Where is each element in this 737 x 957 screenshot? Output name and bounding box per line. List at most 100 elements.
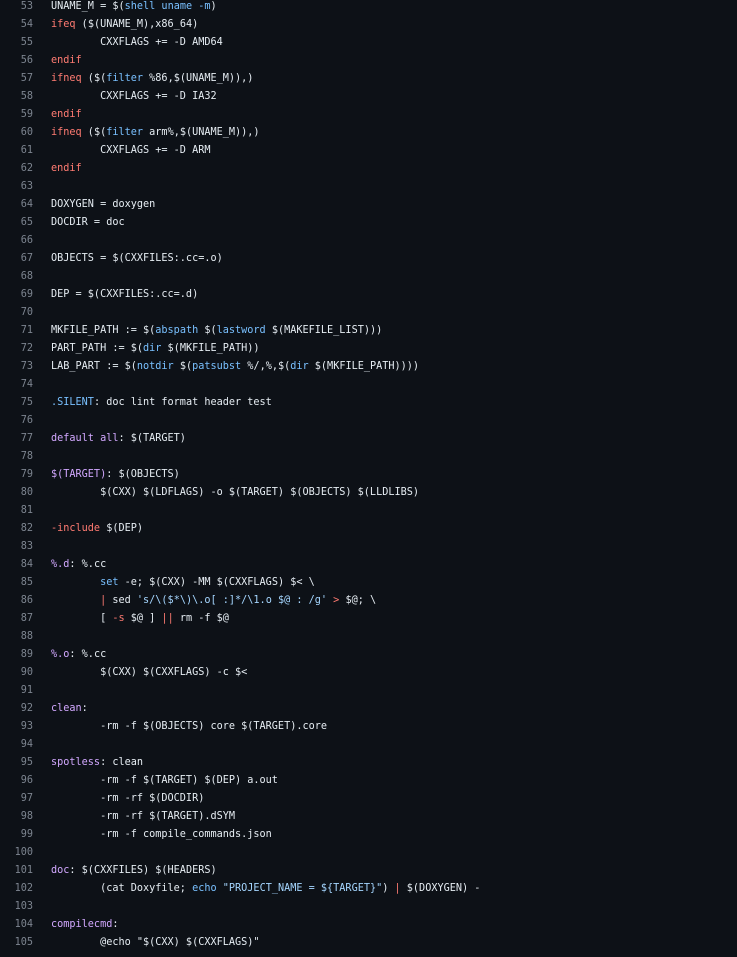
line-number: 57 — [20, 73, 33, 84]
line-number: 77 — [20, 433, 33, 444]
code-line: 82 -include $(DEP) — [0, 522, 737, 540]
code-token: : %.cc — [69, 649, 107, 660]
line-number: 70 — [20, 307, 33, 318]
code-line: 69 DEP = $(CXXFILES:.cc=.d) — [0, 288, 737, 306]
line-number: 103 — [14, 901, 33, 912]
code-text: spotless: clean — [51, 756, 737, 770]
code-token: echo — [192, 883, 217, 894]
code-token: "PROJECT_NAME = ${TARGET}" — [222, 883, 383, 894]
line-number: 90 — [20, 667, 33, 678]
code-text: doc: $(CXXFILES) $(HEADERS) — [51, 864, 737, 878]
line-number: 100 — [14, 847, 33, 858]
code-token: : doc lint format header test — [93, 397, 272, 408]
code-token: $@ ] — [124, 613, 162, 624]
code-token: DOCDIR = doc — [51, 217, 125, 228]
code-token: CXXFLAGS += -D AMD64 — [51, 37, 223, 48]
code-line: 62 endif — [0, 162, 737, 180]
code-token: doc — [51, 865, 70, 876]
code-token: %86,$(UNAME_M)),) — [143, 73, 254, 84]
code-token: -include — [51, 523, 101, 534]
code-text: LAB_PART := $(notdir $(patsubst %/,%,$(d… — [51, 360, 737, 374]
code-token: : $(CXXFILES) $(HEADERS) — [69, 865, 217, 876]
code-line: 88 — [0, 630, 737, 648]
code-token: -e; $(CXX) -MM $(CXXFLAGS) $< \ — [118, 577, 315, 588]
code-token: : clean — [100, 757, 144, 768]
code-token: || — [161, 613, 174, 624]
line-number: 88 — [20, 631, 33, 642]
code-token: $(CXX) $(CXXFLAGS) -c $< — [51, 667, 248, 678]
line-number: 95 — [20, 757, 33, 768]
line-number: 67 — [20, 253, 33, 264]
code-text: ifeq ($(UNAME_M),x86_64) — [51, 18, 737, 32]
code-token: abspath — [155, 325, 199, 336]
code-line: 99 -rm -f compile_commands.json — [0, 828, 737, 846]
code-line: 105 @echo "$(CXX) $(CXXFLAGS)" — [0, 936, 737, 954]
code-token: MKFILE_PATH := $( — [51, 325, 156, 336]
code-line: 53 UNAME_M = $(shell uname -m) — [0, 0, 737, 18]
code-line: 80 $(CXX) $(LDFLAGS) -o $(TARGET) $(OBJE… — [0, 486, 737, 504]
line-number: 98 — [20, 811, 33, 822]
code-line: 57 ifneq ($(filter %86,$(UNAME_M)),) — [0, 72, 737, 90]
line-number: 68 — [20, 271, 33, 282]
code-line: 100 — [0, 846, 737, 864]
code-text: default all: $(TARGET) — [51, 432, 737, 446]
code-line: 83 — [0, 540, 737, 558]
code-token: set — [100, 577, 119, 588]
code-token: $(MAKEFILE_LIST))) — [265, 325, 383, 336]
line-number: 96 — [20, 775, 33, 786]
code-token: arm%,$(UNAME_M)),) — [143, 127, 260, 138]
code-text: @echo "$(CXX) $(CXXFLAGS)" — [51, 936, 737, 950]
code-token: patsubst — [192, 361, 242, 372]
code-text: clean: — [51, 702, 737, 716]
code-text: -include $(DEP) — [51, 522, 737, 536]
code-token: %.d — [51, 559, 70, 570]
code-text: -rm -f $(TARGET) $(DEP) a.out — [51, 774, 737, 788]
code-view: 53 UNAME_M = $(shell uname -m) 54 ifeq ($(U… — [0, 0, 737, 954]
code-line: 77 default all: $(TARGET) — [0, 432, 737, 450]
code-line: 58 CXXFLAGS += -D IA32 — [0, 90, 737, 108]
code-line: 90 $(CXX) $(CXXFLAGS) -c $< — [0, 666, 737, 684]
code-line: 60 ifneq ($(filter arm%,$(UNAME_M)),) — [0, 126, 737, 144]
code-line: 70 — [0, 306, 737, 324]
code-text: $(CXX) $(CXXFLAGS) -c $< — [51, 666, 737, 680]
code-text: [ -s $@ ] || rm -f $@ — [51, 612, 737, 626]
code-line: 97 -rm -rf $(DOCDIR) — [0, 792, 737, 810]
line-number: 86 — [20, 595, 33, 606]
line-number: 80 — [20, 487, 33, 498]
code-line: 75 .SILENT: doc lint format header test — [0, 396, 737, 414]
line-number: 74 — [20, 379, 33, 390]
line-number: 73 — [20, 361, 33, 372]
code-text: PART_PATH := $(dir $(MKFILE_PATH)) — [51, 342, 737, 356]
code-text: %.o: %.cc — [51, 648, 737, 662]
code-line: 65 DOCDIR = doc — [0, 216, 737, 234]
code-token: $@; \ — [339, 595, 377, 606]
code-token: [ — [51, 613, 113, 624]
code-line: 72 PART_PATH := $(dir $(MKFILE_PATH)) — [0, 342, 737, 360]
code-token: filter — [106, 73, 144, 84]
code-token: dir — [143, 343, 162, 354]
code-token: PART_PATH := $( — [51, 343, 144, 354]
code-token: -s — [112, 613, 125, 624]
code-text: CXXFLAGS += -D IA32 — [51, 90, 737, 104]
line-number: 104 — [14, 919, 33, 930]
code-token: filter — [106, 127, 144, 138]
line-number: 93 — [20, 721, 33, 732]
code-token: $(DEP) — [100, 523, 144, 534]
code-token: -rm -rf $(TARGET).dSYM — [51, 811, 236, 822]
code-line: 67 OBJECTS = $(CXXFILES:.cc=.o) — [0, 252, 737, 270]
code-text: %.d: %.cc — [51, 558, 737, 572]
code-text: set -e; $(CXX) -MM $(CXXFLAGS) $< \ — [51, 576, 737, 590]
code-token: lastword — [216, 325, 266, 336]
code-token: dir — [290, 361, 309, 372]
code-token: UNAME_M = — [51, 1, 113, 12]
line-number: 82 — [20, 523, 33, 534]
code-line: 68 — [0, 270, 737, 288]
code-line: 66 — [0, 234, 737, 252]
line-number: 76 — [20, 415, 33, 426]
line-number: 101 — [14, 865, 33, 876]
code-line: 94 — [0, 738, 737, 756]
code-token: ) — [210, 1, 217, 12]
line-number: 83 — [20, 541, 33, 552]
code-line: 59 endif — [0, 108, 737, 126]
